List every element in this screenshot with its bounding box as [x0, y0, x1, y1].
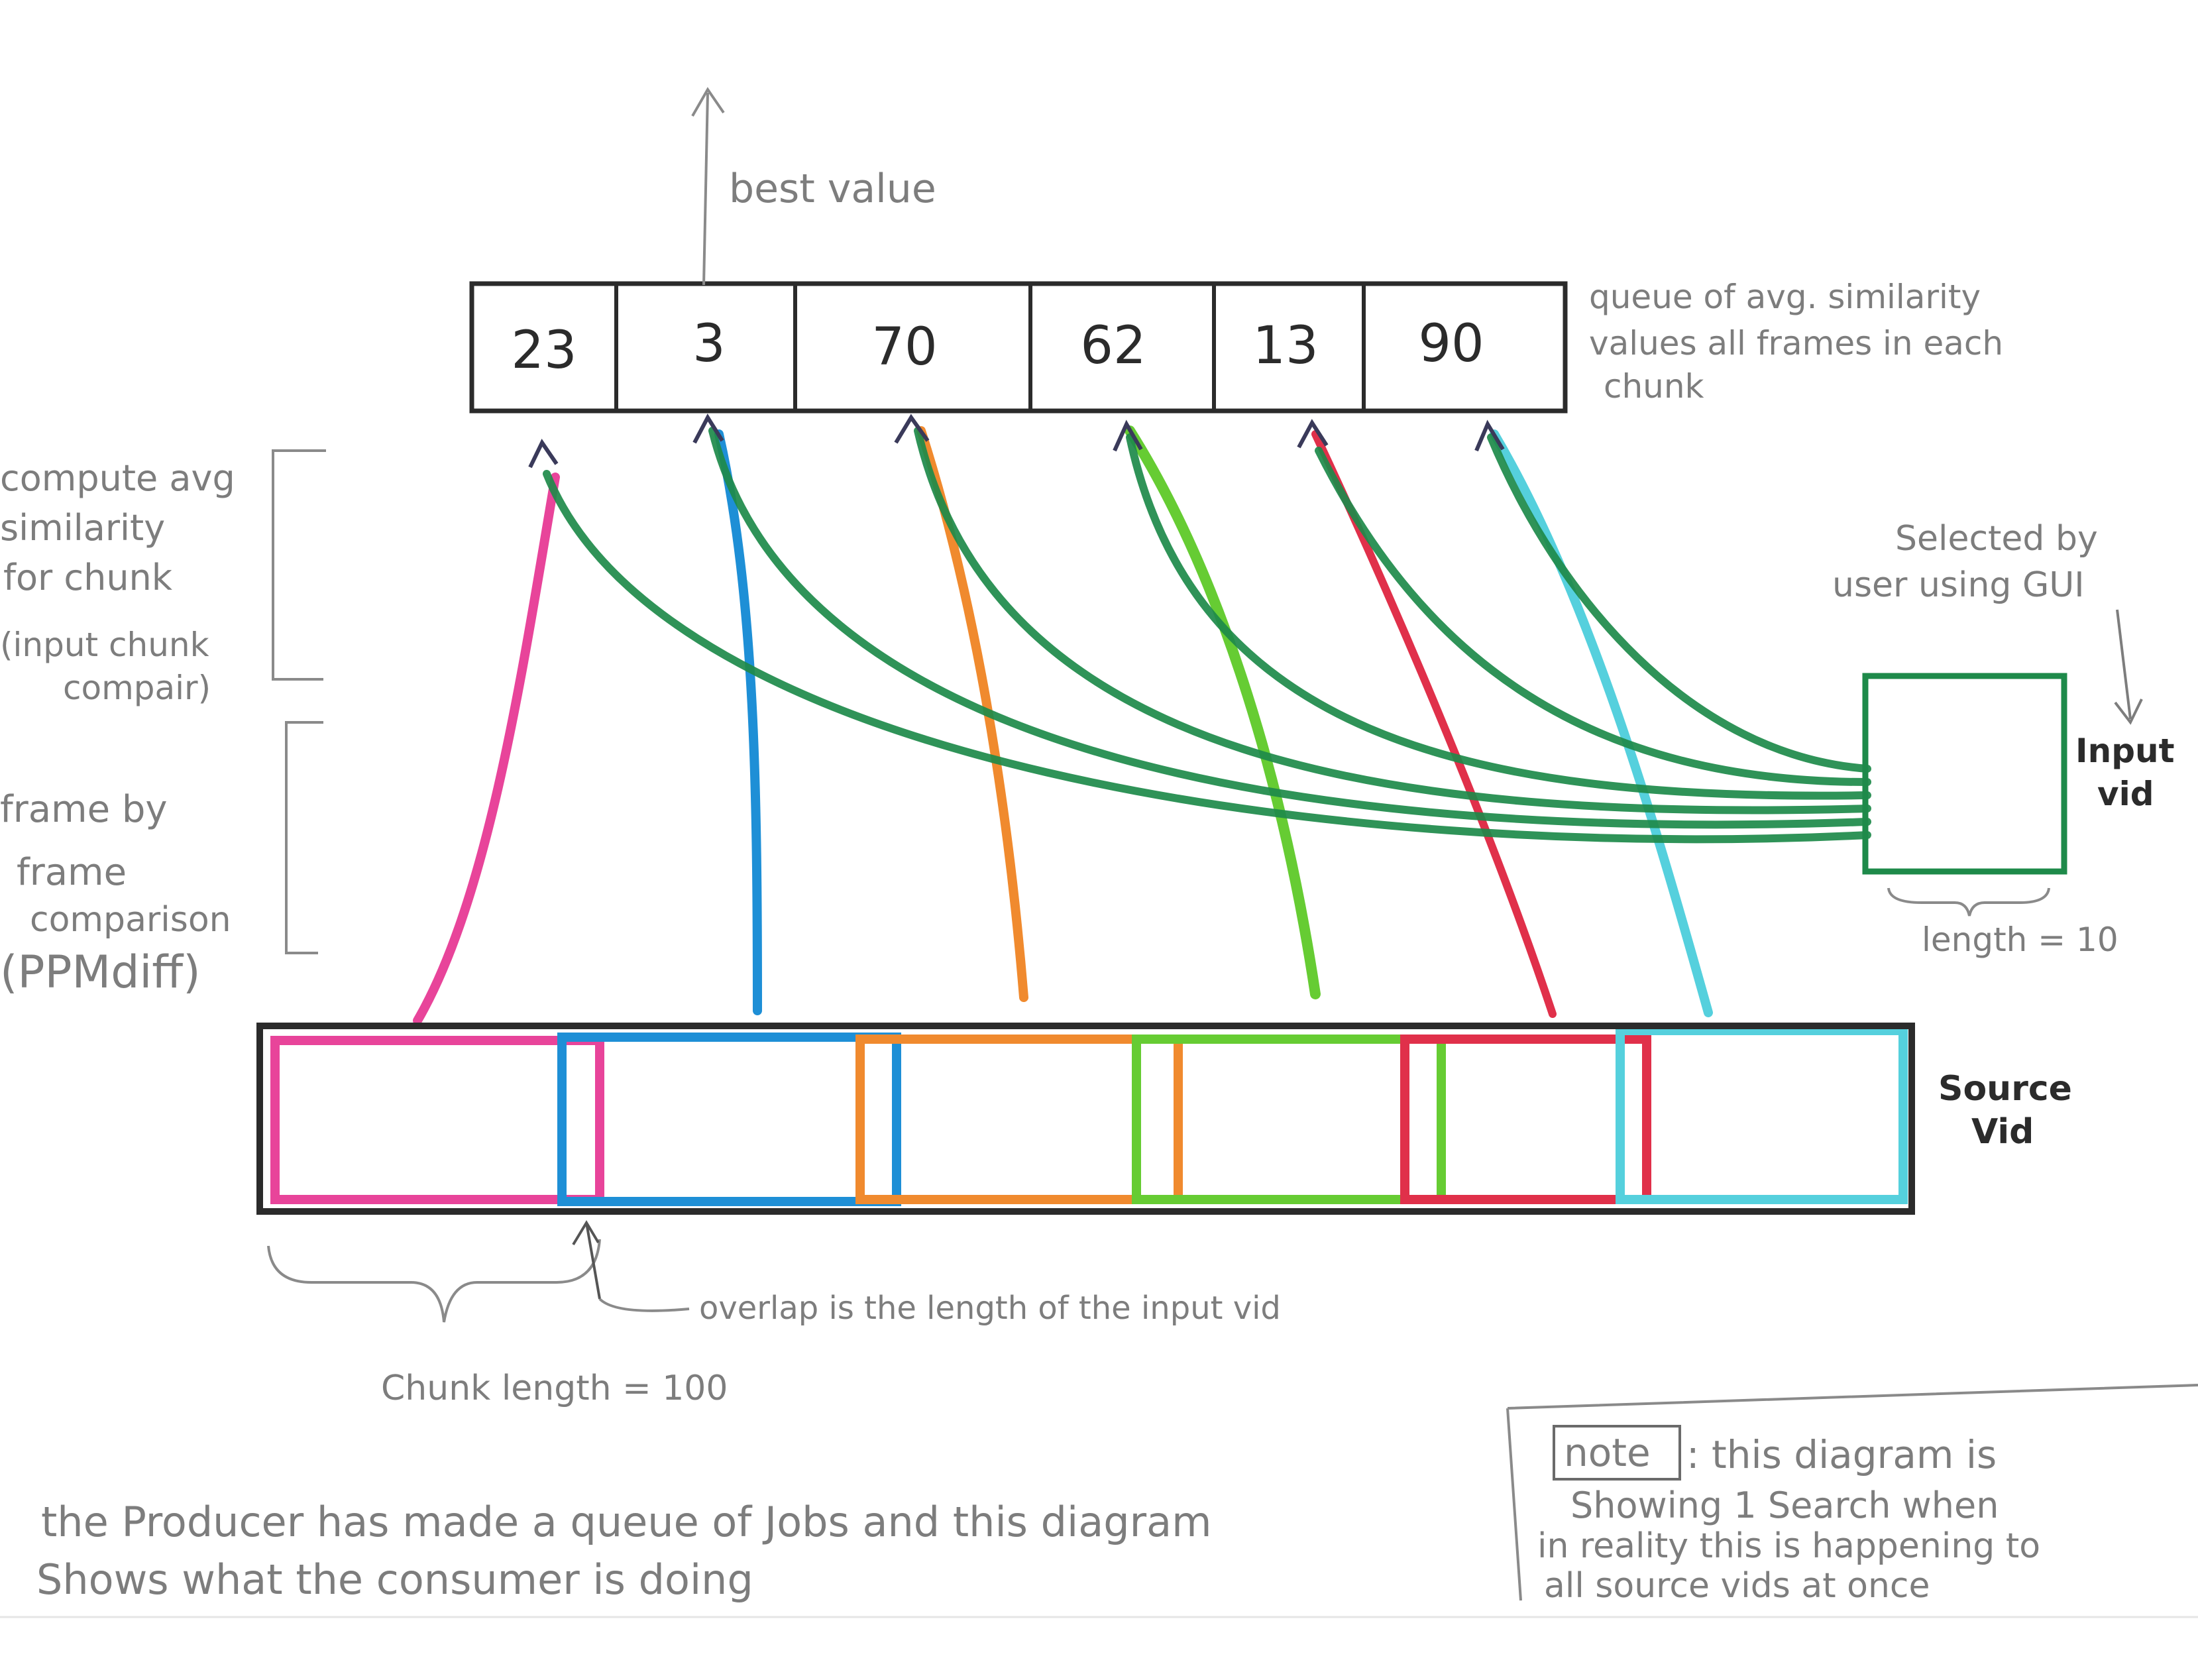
- queue-value: 13: [1252, 316, 1318, 376]
- overlap-note: overlap is the length of the input vid: [699, 1290, 1281, 1327]
- compute-line: compair): [63, 669, 211, 707]
- compute-line: compute avg: [0, 457, 235, 499]
- similarity-queue: 23 3 70 62 13 90: [469, 281, 1568, 414]
- input-vid: Selected by user using GUI Input vid len…: [1832, 519, 2175, 959]
- footer-line: the Producer has made a queue of Jobs an…: [41, 1498, 1212, 1546]
- frame-line: (PPMdiff): [0, 946, 201, 999]
- overlap-arrow-head: [572, 1220, 600, 1246]
- queue-label-line: chunk: [1604, 367, 1704, 406]
- overlap-leader: [598, 1298, 690, 1312]
- frame-line: comparison: [30, 900, 231, 940]
- note-line: in reality this is happening to: [1537, 1526, 2040, 1566]
- queue-value: 70: [871, 317, 937, 377]
- source-vid-outline: [256, 1023, 1915, 1215]
- selected-by-line: Selected by: [1895, 519, 2098, 559]
- best-value-arrow: best value: [691, 87, 936, 286]
- orange-chunk-line: [916, 426, 1028, 1002]
- compute-line: (input chunk: [0, 626, 209, 664]
- source-vid-label: Vid: [1971, 1112, 2034, 1152]
- queue-value: 62: [1080, 316, 1146, 376]
- input-vid-box: [1862, 673, 2067, 875]
- queue-value: 3: [692, 314, 726, 374]
- footer: the Producer has made a queue of Jobs an…: [36, 1498, 1212, 1604]
- best-value-label: best value: [729, 166, 936, 212]
- note-box: note : this diagram is Showing 1 Search …: [1506, 1384, 2198, 1606]
- green-compare-line: [914, 427, 1871, 814]
- queue-arrowheads: [528, 413, 1505, 469]
- queue-value: 23: [511, 321, 577, 380]
- brace-frame: [285, 721, 323, 954]
- bottom-annotations: overlap is the length of the input vid C…: [267, 1220, 1281, 1408]
- compute-line: for chunk: [3, 557, 173, 598]
- chunk-length-label: Chunk length = 100: [381, 1369, 728, 1408]
- input-length: length = 10: [1922, 921, 2118, 959]
- green-compare-line: [1487, 433, 1871, 773]
- queue-label-line: values all frames in each: [1589, 324, 2003, 363]
- queue-value: 90: [1418, 314, 1484, 374]
- arrow-head: [528, 439, 559, 469]
- length-brace: [1887, 887, 2050, 917]
- selected-by-line: user using GUI: [1832, 565, 2085, 605]
- chunk-blue: [557, 1033, 901, 1206]
- frame-line: frame by: [0, 788, 168, 831]
- gui-arrow: [2116, 609, 2132, 720]
- chunk-brace: [267, 1239, 601, 1323]
- diagram-canvas: 23 3 70 62 13 90 best value queue of avg…: [0, 87, 2198, 1618]
- note-line: all source vids at once: [1544, 1566, 1930, 1606]
- frame-line: frame: [17, 851, 127, 894]
- source-vid: Source Vid: [256, 1023, 2072, 1215]
- chunk-pink: [270, 1036, 604, 1204]
- compute-line: similarity: [0, 507, 165, 549]
- pink-chunk-line: [413, 473, 560, 1025]
- cyan-chunk-line: [1490, 429, 1713, 1017]
- chunk-orange: [855, 1035, 1183, 1204]
- footer-line: Shows what the consumer is doing: [36, 1555, 753, 1604]
- note-line: Showing 1 Search when: [1570, 1484, 1999, 1526]
- queue-outline: [469, 281, 1568, 414]
- input-vid-label: vid: [2097, 775, 2154, 813]
- queue-label-line: queue of avg. similarity: [1589, 278, 1981, 316]
- queue-label: queue of avg. similarity values all fram…: [1589, 278, 2003, 406]
- note-line: : this diagram is: [1686, 1432, 1997, 1477]
- input-vid-label: Input: [2075, 732, 2175, 770]
- note-tag: note: [1564, 1430, 1651, 1475]
- chunk-cyan: [1616, 1026, 1908, 1204]
- brace-compute: [272, 449, 326, 681]
- left-annotations: compute avg similarity for chunk (input …: [0, 449, 326, 999]
- chunk-result-lines: [413, 425, 1713, 1025]
- source-vid-label: Source: [1938, 1069, 2072, 1109]
